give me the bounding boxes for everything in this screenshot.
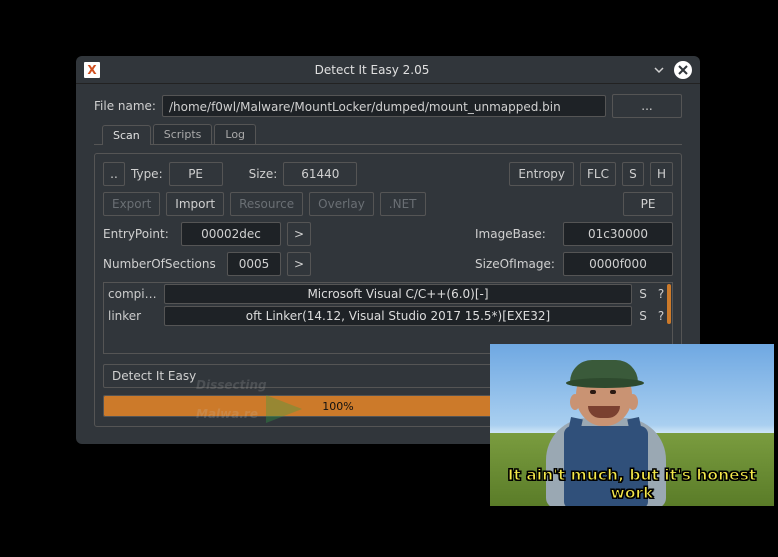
tab-log[interactable]: Log [214,124,256,144]
list-item: linker oft Linker(14.12, Visual Studio 2… [104,305,672,327]
detection-help-button[interactable]: ? [654,309,668,323]
tab-scan[interactable]: Scan [102,125,151,145]
h-button[interactable]: H [650,162,673,186]
detection-s-button[interactable]: S [636,309,650,323]
meme-image: It ain't much, but it's honest work [490,344,774,506]
engine-combo-value: Detect It Easy [112,369,196,383]
app-icon: X [84,62,100,78]
numsections-go-button[interactable]: > [287,252,311,276]
flc-button[interactable]: FLC [580,162,616,186]
size-label: Size: [249,167,278,181]
detection-value[interactable]: Microsoft Visual C/C++(6.0)[-] [164,284,632,304]
pe-button[interactable]: PE [623,192,673,216]
type-label: Type: [131,167,163,181]
entrypoint-value[interactable]: 00002dec [181,222,281,246]
tab-bar: Scan Scripts Log [94,124,682,145]
import-button[interactable]: Import [166,192,224,216]
minimize-button[interactable] [650,61,668,79]
entrypoint-label: EntryPoint: [103,227,175,241]
filename-field[interactable]: /home/f0wl/Malware/MountLocker/dumped/mo… [162,95,606,117]
overlay-button[interactable]: Overlay [309,192,374,216]
imagebase-value[interactable]: 01c30000 [563,222,673,246]
detection-value[interactable]: oft Linker(14.12, Visual Studio 2017 15.… [164,306,632,326]
type-value[interactable]: PE [169,162,223,186]
detection-kind: compi… [108,287,160,301]
sizeofimage-label: SizeOfImage: [475,257,557,271]
export-button[interactable]: Export [103,192,160,216]
numsections-label: NumberOfSections [103,257,221,271]
engine-combo[interactable]: Detect It Easy ▼ [103,364,538,388]
s-button[interactable]: S [622,162,644,186]
close-button[interactable] [674,61,692,79]
entropy-button[interactable]: Entropy [509,162,574,186]
sizeofimage-value[interactable]: 0000f000 [563,252,673,276]
detection-s-button[interactable]: S [636,287,650,301]
resource-button[interactable]: Resource [230,192,303,216]
scrollbar[interactable] [667,284,671,324]
numsections-value[interactable]: 0005 [227,252,281,276]
titlebar: X Detect It Easy 2.05 [76,56,700,84]
up-button[interactable]: .. [103,162,125,186]
detection-kind: linker [108,309,160,323]
entrypoint-go-button[interactable]: > [287,222,311,246]
net-button[interactable]: .NET [380,192,426,216]
meme-caption: It ain't much, but it's honest work [490,466,774,502]
filename-label: File name: [94,99,156,113]
window-title: Detect It Easy 2.05 [100,63,644,77]
size-value[interactable]: 61440 [283,162,357,186]
detection-help-button[interactable]: ? [654,287,668,301]
browse-button[interactable]: ... [612,94,682,118]
list-item: compi… Microsoft Visual C/C++(6.0)[-] S … [104,283,672,305]
tab-scripts[interactable]: Scripts [153,124,213,144]
imagebase-label: ImageBase: [475,227,557,241]
